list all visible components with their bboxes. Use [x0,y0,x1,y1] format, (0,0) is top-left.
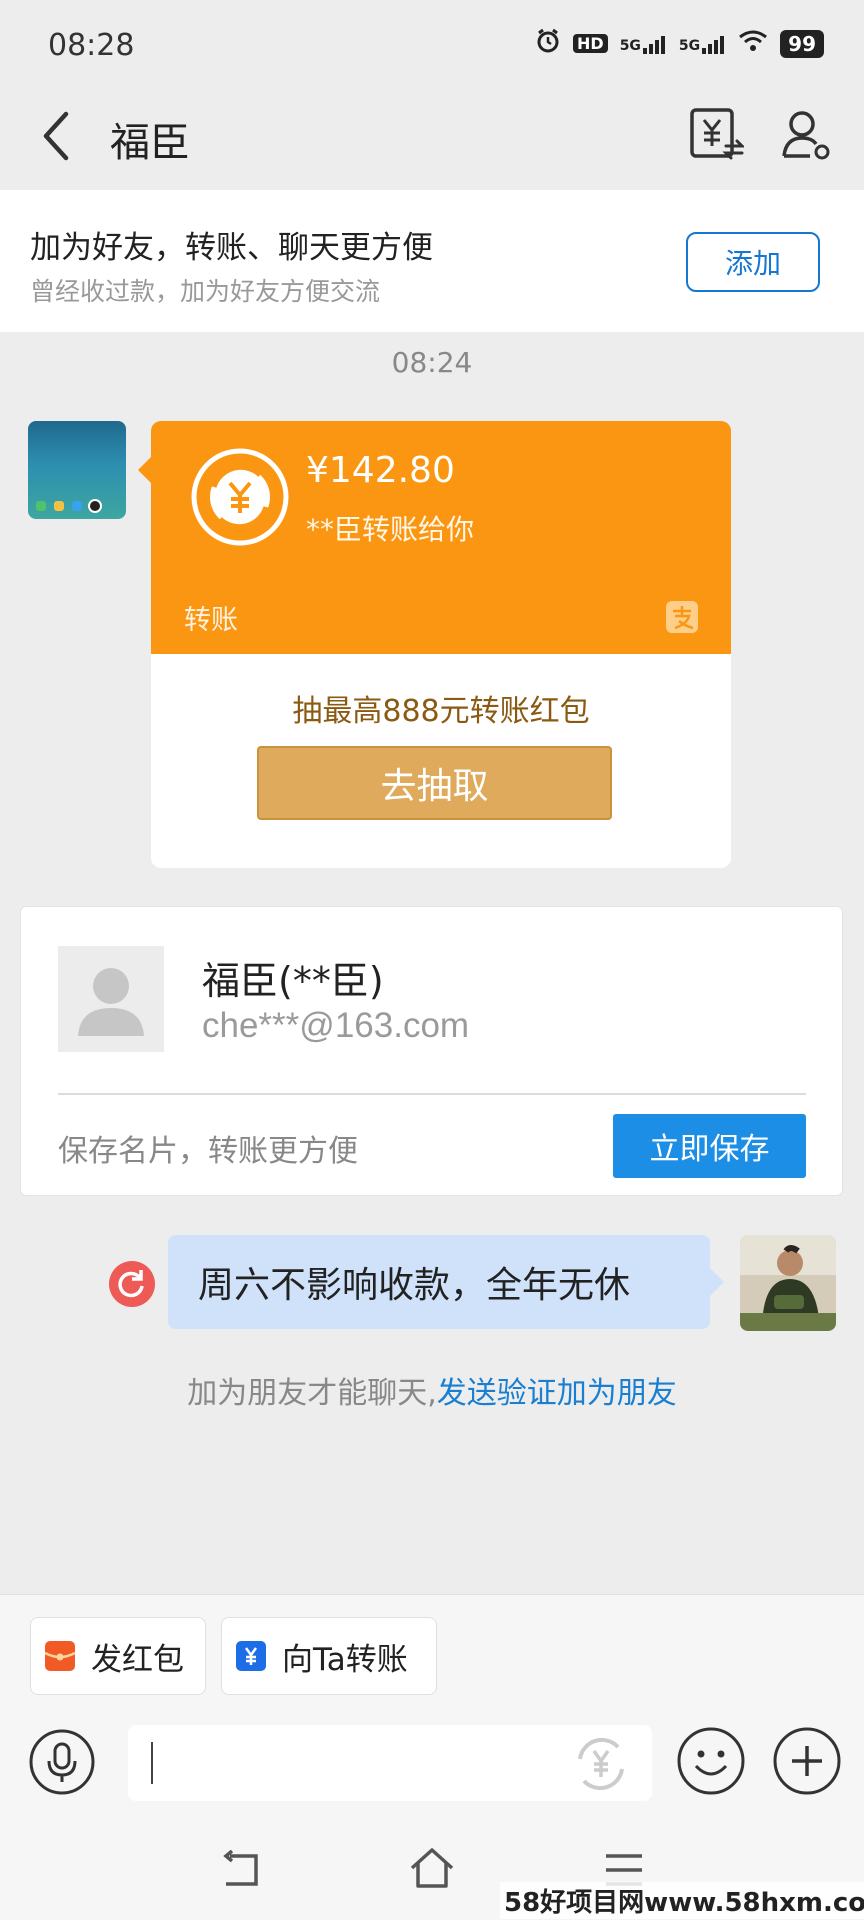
red-packet-promo: 抽最高888元转账红包 [292,694,590,729]
alarm-icon [535,28,561,59]
contact-avatar-placeholder-icon [58,946,164,1052]
transfer-card-pointer [138,456,152,484]
wifi-icon [738,29,768,58]
page-title: 福臣 [110,120,190,166]
battery-icon: 99 [780,29,824,58]
draw-red-packet-button[interactable]: 去抽取 [257,746,612,820]
back-arrow-icon[interactable] [38,108,78,164]
save-contact-button[interactable]: 立即保存 [613,1114,806,1178]
banner-title: 加为好友，转账、聊天更方便 [30,230,433,266]
hd-indicator: HD [573,34,608,53]
watermark: 58好项目网www.58hxm.com [500,1882,864,1919]
more-plus-icon[interactable] [772,1726,842,1796]
transfer-label: 向Ta转账 [282,1641,408,1678]
signal-5g-1: 5G [620,34,667,54]
transfer-to-ta-button[interactable]: 向Ta转账 [221,1617,437,1695]
red-packet-icon [44,1641,76,1671]
sent-message-pointer [710,1268,724,1296]
avatar-dock [36,501,100,511]
status-icons: HD 5G 5G 99 [535,28,824,59]
red-packet-label: 发红包 [91,1641,184,1678]
add-friend-hint: 加为朋友才能聊天,发送验证加为朋友 [0,1368,864,1412]
transfer-amount: ¥142.80 [306,450,455,491]
contact-divider [58,1093,806,1095]
send-red-packet-button[interactable]: 发红包 [30,1617,206,1695]
contact-email: che***@163.com [202,1006,470,1045]
friend-hint-text: 加为朋友才能聊天, [187,1376,437,1411]
nav-back-icon[interactable] [218,1849,262,1890]
status-time: 08:28 [48,28,135,63]
emoji-icon[interactable] [676,1726,746,1796]
nav-home-icon[interactable] [408,1846,456,1890]
send-verification-link[interactable]: 发送验证加为朋友 [437,1376,677,1411]
transfer-description: **臣转账给你 [306,513,475,546]
transfer-coin-icon [190,447,290,547]
voice-input-icon[interactable] [28,1728,96,1796]
contact-name: 福臣(**臣) [202,959,384,1003]
quick-transfer-icon[interactable] [570,1733,632,1795]
save-card-hint: 保存名片，转账更方便 [58,1134,358,1169]
transfer-record-icon[interactable] [688,106,746,162]
add-friend-button[interactable]: 添加 [686,232,820,292]
sent-message-bubble[interactable]: 周六不影响收款，全年无休 [168,1235,710,1329]
profile-icon[interactable] [780,108,832,162]
banner-subtitle: 曾经收过款，加为好友方便交流 [30,277,381,306]
sender-avatar[interactable] [28,421,126,519]
my-avatar[interactable] [740,1235,836,1331]
transfer-label: 转账 [184,605,238,636]
signal-5g-2: 5G [679,34,726,54]
transfer-yuan-icon [236,1641,266,1671]
message-timestamp: 08:24 [391,346,473,379]
alipay-logo-icon [665,600,699,634]
text-cursor [151,1742,153,1784]
resend-icon[interactable] [108,1260,156,1308]
